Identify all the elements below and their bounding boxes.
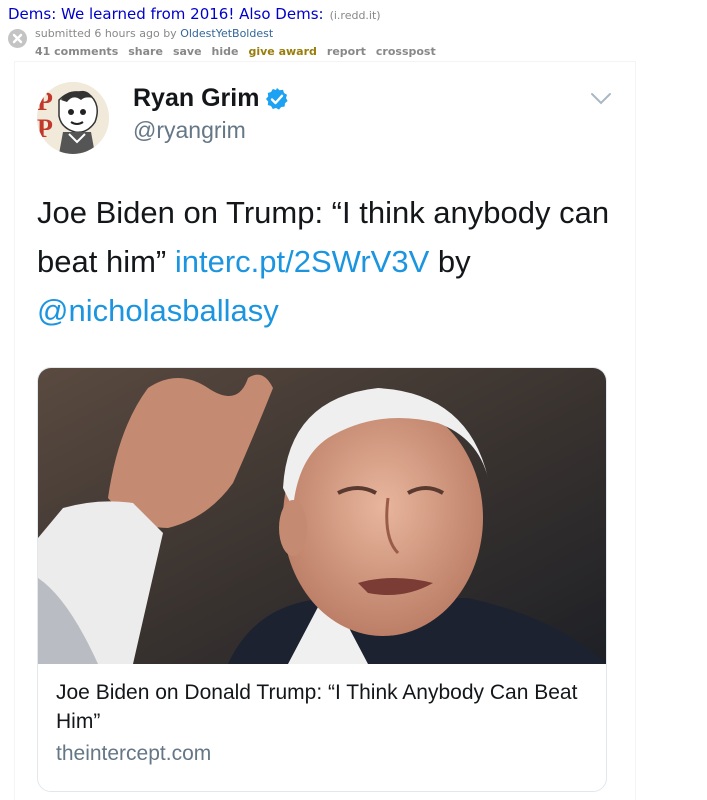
tweet-author-name: Ryan Grim bbox=[133, 84, 289, 113]
post-tagline: submitted 6 hours ago by OldestYetBoldes… bbox=[35, 27, 273, 40]
give-award-button[interactable]: give award bbox=[248, 45, 316, 58]
share-button[interactable]: share bbox=[128, 45, 163, 58]
tweet-author-handle: @ryangrim bbox=[133, 117, 246, 143]
tweet-mention: @nicholasballasy bbox=[37, 293, 279, 328]
tweet-text-by: by bbox=[429, 244, 471, 279]
avatar: P P bbox=[37, 82, 109, 154]
hide-button[interactable]: hide bbox=[212, 45, 239, 58]
crosspost-button[interactable]: crosspost bbox=[376, 45, 436, 58]
card-title: Joe Biden on Donald Trump: “I Think Anyb… bbox=[56, 681, 578, 733]
tweet-link: interc.pt/2SWrV3V bbox=[174, 244, 430, 279]
svg-text:P: P bbox=[37, 114, 53, 143]
svg-text:P: P bbox=[37, 87, 53, 116]
card-photo-image bbox=[38, 368, 606, 664]
card-domain: theintercept.com bbox=[56, 742, 212, 765]
chevron-down-icon bbox=[591, 93, 611, 105]
post-title-line: Dems: We learned from 2016! Also Dems: (i… bbox=[8, 4, 381, 23]
close-icon bbox=[12, 33, 23, 44]
caricature-avatar-image: P P bbox=[37, 82, 109, 154]
tweet-text: Joe Biden on Trump: “I think anybody can… bbox=[37, 188, 617, 335]
post-domain[interactable]: (i.redd.it) bbox=[330, 9, 381, 22]
submitted-text: submitted 6 hours ago by bbox=[35, 27, 181, 40]
link-card: Joe Biden on Donald Trump: “I Think Anyb… bbox=[37, 367, 607, 792]
post-buttons: 41 comments share save hide give award r… bbox=[35, 45, 436, 58]
author-link[interactable]: OldestYetBoldest bbox=[180, 27, 273, 40]
post-title-link[interactable]: Dems: We learned from 2016! Also Dems: bbox=[8, 5, 324, 23]
save-button[interactable]: save bbox=[173, 45, 202, 58]
tweet-author-name-text: Ryan Grim bbox=[133, 84, 260, 112]
hide-post-button[interactable] bbox=[8, 29, 27, 48]
tweet-screenshot[interactable]: P P Ryan Grim @ryangrim Joe Biden on Tru… bbox=[15, 62, 635, 800]
verified-badge-icon bbox=[266, 87, 289, 110]
report-button[interactable]: report bbox=[327, 45, 366, 58]
comments-button[interactable]: 41 comments bbox=[35, 45, 118, 58]
